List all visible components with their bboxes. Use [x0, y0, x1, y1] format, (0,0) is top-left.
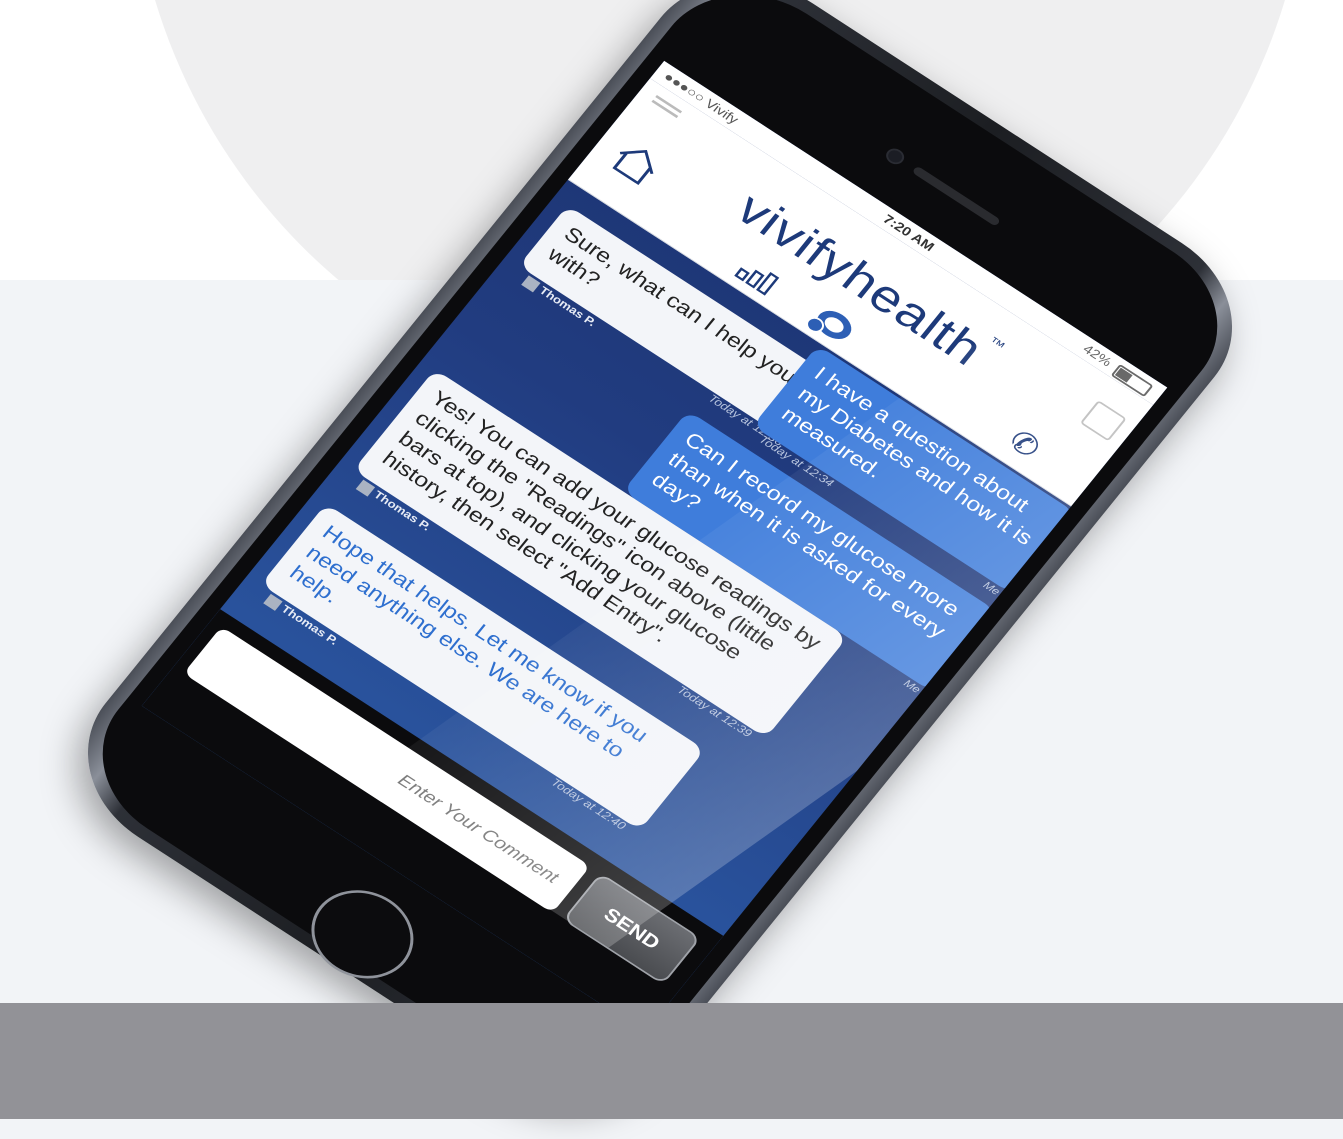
avatar — [355, 479, 376, 497]
avatar — [521, 275, 541, 293]
speaker-grille — [911, 165, 1002, 227]
bottom-banner — [0, 1003, 1343, 1119]
camera-icon — [885, 147, 905, 165]
avatar — [263, 593, 283, 611]
author-name: Thomas P. — [278, 602, 341, 648]
